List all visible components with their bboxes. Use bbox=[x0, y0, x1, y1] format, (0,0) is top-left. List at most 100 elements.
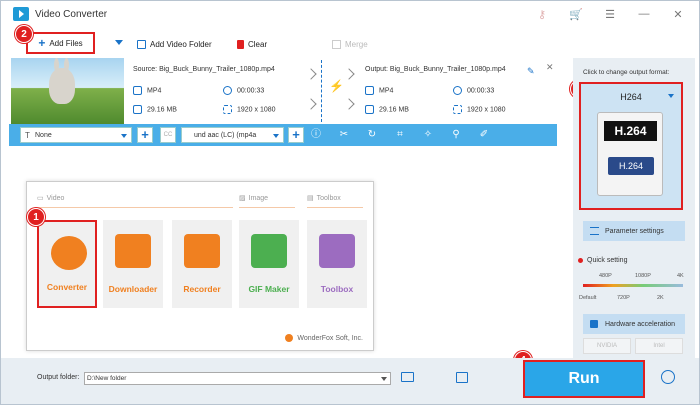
quality-720p: 720P bbox=[617, 295, 630, 301]
divider bbox=[321, 60, 322, 122]
cc-button[interactable]: CC bbox=[160, 127, 176, 143]
add-audio-button[interactable]: + bbox=[288, 127, 304, 143]
add-files-dropdown-icon[interactable] bbox=[115, 40, 123, 45]
bottom-bar: Output folder: D:\New folder Run bbox=[1, 358, 699, 404]
resolution-icon bbox=[453, 105, 462, 114]
output-format-hint: Click to change output format: bbox=[583, 69, 670, 76]
file-size-icon bbox=[133, 105, 142, 114]
toolbox-tile[interactable]: Toolbox bbox=[307, 220, 367, 308]
alarm-clock-icon[interactable] bbox=[661, 370, 675, 384]
merge-label: Merge bbox=[345, 39, 368, 49]
image-section-text: Image bbox=[248, 194, 269, 202]
add-files-button[interactable]: + Add Files bbox=[26, 32, 95, 54]
edit-bar: T None + CC und aac (LC) (mp4a + ⓘ ✂ ↻ ⌗… bbox=[9, 124, 557, 146]
source-resolution: 1920 x 1080 bbox=[223, 105, 276, 114]
recorder-label: Recorder bbox=[183, 284, 221, 294]
run-button[interactable]: Run bbox=[523, 360, 645, 398]
output-format-selector[interactable]: H264 H.264 H.264 bbox=[579, 82, 683, 210]
downloader-label: Downloader bbox=[108, 284, 158, 294]
file-item[interactable]: Source: Big_Buck_Bunny_Trailer_1080p.mp4… bbox=[9, 58, 557, 124]
add-folder-label: Add Video Folder bbox=[150, 39, 212, 49]
open-folder-icon[interactable] bbox=[456, 372, 468, 383]
quick-setting-icon bbox=[578, 258, 583, 263]
clear-button[interactable]: Clear bbox=[231, 33, 273, 55]
section-divider bbox=[307, 207, 363, 208]
watermark-stamp-icon[interactable]: ⚲ bbox=[449, 128, 463, 142]
rotate-icon[interactable]: ↻ bbox=[365, 128, 379, 142]
crop-icon[interactable]: ⌗ bbox=[393, 128, 407, 142]
gif-maker-label: GIF Maker bbox=[248, 284, 290, 294]
chevron-right-icon bbox=[343, 68, 355, 80]
output-folder-path: D:\New folder bbox=[87, 375, 127, 382]
remove-file-icon[interactable]: ✕ bbox=[546, 62, 554, 73]
source-size-value: 29.16 MB bbox=[147, 106, 177, 114]
subtitle-value: None bbox=[35, 131, 52, 139]
source-duration-value: 00:00:33 bbox=[237, 87, 265, 95]
output-size: 29.16 MB bbox=[365, 105, 409, 114]
merge-icon bbox=[332, 39, 341, 49]
plus-icon: + bbox=[38, 36, 46, 50]
converter-label: Converter bbox=[46, 282, 88, 292]
nvidia-option[interactable]: NVIDIA bbox=[583, 338, 631, 354]
format-card-top: H.264 bbox=[604, 121, 657, 141]
chevron-right-icon bbox=[305, 68, 317, 80]
merge-button[interactable]: Merge bbox=[326, 33, 374, 55]
brand-footer: WonderFox Soft, Inc. bbox=[285, 334, 363, 342]
output-format: MP4 bbox=[365, 86, 393, 95]
subtitle-select[interactable]: T None bbox=[20, 127, 132, 143]
gif-maker-tile[interactable]: GIF Maker bbox=[239, 220, 299, 308]
intel-option[interactable]: Intel bbox=[635, 338, 683, 354]
resolution-icon bbox=[223, 105, 232, 114]
image-icon bbox=[251, 234, 287, 268]
converter-tile[interactable]: Converter bbox=[37, 220, 97, 308]
close-icon[interactable]: ✕ bbox=[671, 7, 685, 21]
recorder-tile[interactable]: Recorder bbox=[172, 220, 232, 308]
image-section-icon: ▨ bbox=[239, 195, 246, 202]
format-card-bottom: H.264 bbox=[608, 157, 654, 175]
output-filename: Output: Big_Buck_Bunny_Trailer_1080p.mp4 bbox=[365, 66, 506, 73]
bunny-ear bbox=[54, 58, 59, 72]
clock-icon bbox=[223, 86, 232, 95]
source-format: MP4 bbox=[133, 86, 161, 95]
downloader-tile[interactable]: Downloader bbox=[103, 220, 163, 308]
source-filename: Source: Big_Buck_Bunny_Trailer_1080p.mp4 bbox=[133, 66, 275, 73]
format-name: H264 bbox=[620, 92, 642, 102]
callout-1: 1 bbox=[27, 208, 45, 226]
output-folder-field[interactable]: D:\New folder bbox=[84, 372, 391, 385]
video-section-label: ▭ Video bbox=[37, 194, 64, 203]
output-duration: 00:00:33 bbox=[453, 86, 494, 95]
section-divider bbox=[239, 207, 295, 208]
browse-folder-icon[interactable] bbox=[401, 372, 414, 382]
quick-setting-label: Quick setting bbox=[587, 257, 628, 264]
toolbar: + Add Files Add Video Folder Clear Merge bbox=[1, 28, 573, 58]
hardware-acceleration-button[interactable]: Hardware acceleration bbox=[583, 314, 685, 334]
add-video-folder-button[interactable]: Add Video Folder bbox=[131, 33, 218, 55]
effects-wand-icon[interactable]: ✧ bbox=[421, 128, 435, 142]
clock-icon bbox=[453, 86, 462, 95]
quality-480p: 480P bbox=[599, 273, 612, 279]
output-panel: Click to change output format: H264 H.26… bbox=[573, 58, 695, 358]
chevron-down-icon bbox=[121, 134, 127, 138]
audio-track-value: und aac (LC) (mp4a bbox=[194, 131, 257, 139]
film-icon bbox=[51, 236, 87, 270]
chevron-right-icon bbox=[305, 98, 317, 110]
minimize-icon[interactable]: — bbox=[637, 7, 651, 21]
key-icon[interactable]: ⚷ bbox=[535, 7, 549, 21]
quality-slider[interactable] bbox=[583, 284, 683, 287]
chip-icon bbox=[590, 320, 598, 328]
parameter-settings-button[interactable]: Parameter settings bbox=[583, 221, 685, 241]
download-icon bbox=[115, 234, 151, 268]
brush-icon[interactable]: ✐ bbox=[477, 128, 491, 142]
audio-track-select[interactable]: und aac (LC) (mp4a bbox=[181, 127, 284, 143]
output-size-value: 29.16 MB bbox=[379, 106, 409, 114]
add-files-label: Add Files bbox=[49, 38, 83, 48]
add-subtitle-button[interactable]: + bbox=[137, 127, 153, 143]
edit-pencil-icon[interactable]: ✎ bbox=[527, 66, 535, 77]
info-icon[interactable]: ⓘ bbox=[309, 128, 323, 142]
output-format-value: MP4 bbox=[379, 87, 394, 95]
cart-icon[interactable]: 🛒 bbox=[569, 7, 583, 21]
scissors-icon[interactable]: ✂ bbox=[337, 128, 351, 142]
video-thumbnail bbox=[11, 58, 124, 124]
file-size-icon bbox=[365, 105, 374, 114]
menu-icon[interactable]: ☰ bbox=[603, 7, 617, 21]
